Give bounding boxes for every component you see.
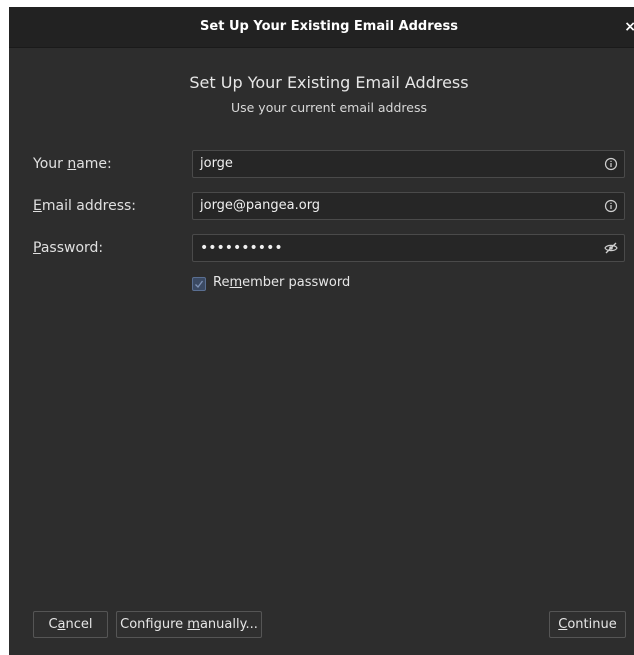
info-icon[interactable] bbox=[604, 157, 618, 171]
password-label: Password: bbox=[33, 240, 104, 256]
page-title: Set Up Your Existing Email Address bbox=[189, 73, 469, 92]
email-field[interactable]: jorge@pangea.org bbox=[192, 192, 625, 220]
name-field[interactable]: jorge bbox=[192, 150, 625, 178]
cancel-button[interactable]: Cancel bbox=[33, 611, 108, 638]
email-label: Email address: bbox=[33, 198, 137, 214]
window-title: Set Up Your Existing Email Address bbox=[200, 19, 458, 34]
remember-password-label: Remember password bbox=[213, 275, 351, 290]
name-label: Your name: bbox=[33, 156, 112, 172]
name-value: jorge bbox=[200, 156, 233, 171]
setup-email-dialog: Set Up Your Existing Email Address × Set… bbox=[9, 7, 634, 655]
info-icon[interactable] bbox=[604, 199, 618, 213]
title-bar: Set Up Your Existing Email Address × bbox=[9, 7, 634, 48]
remember-password-checkbox[interactable] bbox=[192, 277, 206, 291]
page-subtitle: Use your current email address bbox=[230, 100, 428, 115]
password-field[interactable]: •••••••••• bbox=[192, 234, 625, 262]
eye-slash-icon[interactable] bbox=[604, 241, 618, 255]
checkmark-icon bbox=[195, 280, 204, 288]
close-icon[interactable]: × bbox=[624, 7, 634, 47]
email-value: jorge@pangea.org bbox=[200, 198, 321, 213]
continue-button[interactable]: Continue bbox=[549, 611, 626, 638]
configure-manually-button[interactable]: Configure manually... bbox=[116, 611, 262, 638]
password-value: •••••••••• bbox=[200, 240, 283, 256]
